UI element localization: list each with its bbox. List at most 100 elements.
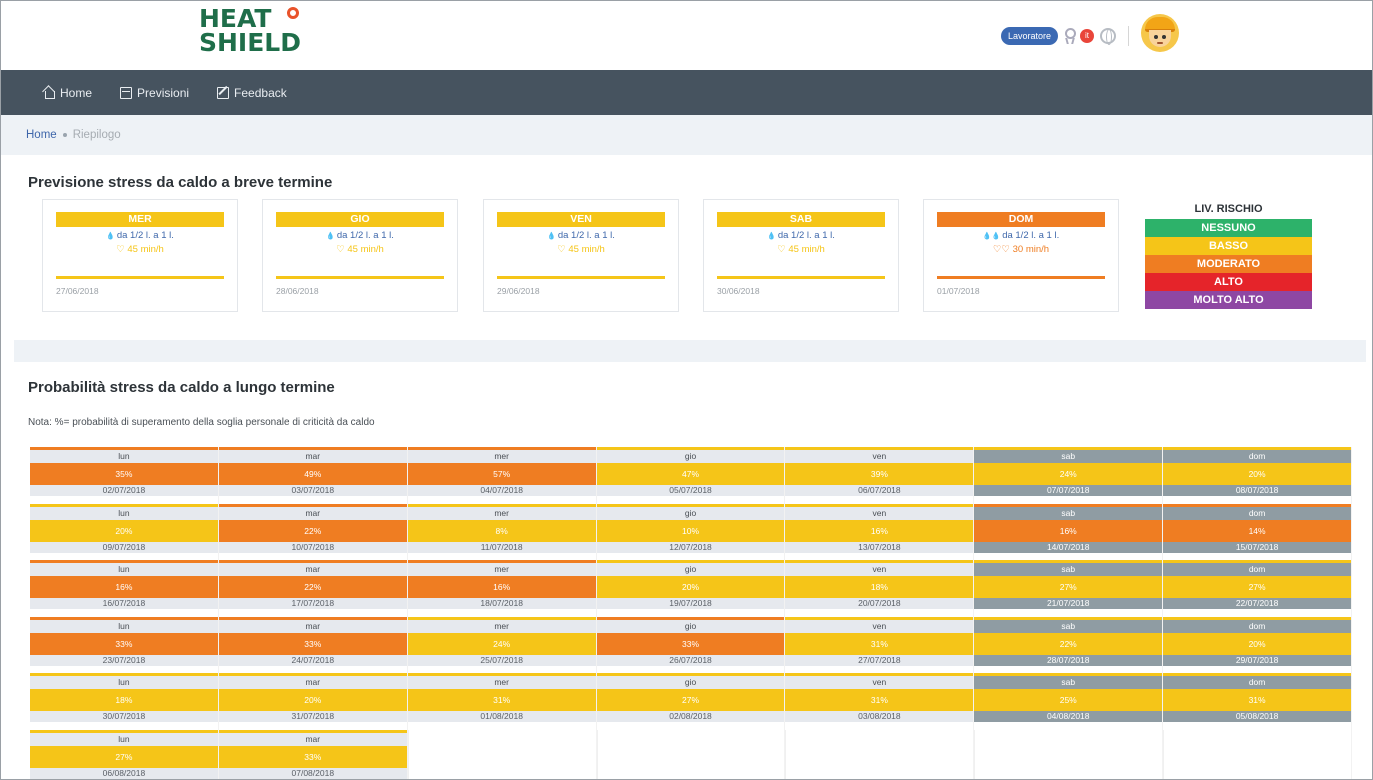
risk-bar [56,276,224,279]
nav-feedback[interactable]: Feedback [217,86,287,100]
header-divider [1128,26,1130,46]
breadcrumb: Home Riepilogo [1,115,1372,155]
day-cell[interactable]: gio 47% 05/07/2018 [596,447,786,504]
day-cell[interactable]: mar 33% 24/07/2018 [218,616,408,673]
forecast-date: 29/06/2018 [497,286,540,296]
day-name: dom [1163,506,1352,520]
probability-value: 18% [30,689,218,711]
work-time: ♡ 45 min/h [263,244,457,255]
work-time-text: 45 min/h [127,244,164,255]
heatshield-logo[interactable]: HEAT SHIELD [199,6,309,63]
risk-bar [497,276,665,279]
day-cell[interactable]: dom 27% 22/07/2018 [1163,560,1353,617]
probability-value: 16% [785,519,974,542]
day-date: 23/07/2018 [30,654,218,666]
day-cell[interactable]: ven 18% 20/07/2018 [785,560,975,617]
day-cell[interactable]: gio 33% 26/07/2018 [596,616,786,673]
day-date: 09/07/2018 [30,541,218,553]
water-drop-icon: 💧 [767,233,776,240]
day-cell[interactable]: dom 20% 29/07/2018 [1163,616,1353,673]
nav-home-label: Home [60,85,93,100]
day-cell[interactable]: ven 31% 03/08/2018 [785,673,975,730]
day-cell[interactable]: gio 20% 19/07/2018 [596,560,786,617]
day-cell[interactable]: sab 22% 28/07/2018 [974,616,1164,673]
day-cell[interactable]: sab 27% 21/07/2018 [974,560,1164,617]
day-name: mar [218,450,407,463]
day-date: 16/07/2018 [30,598,218,609]
week-row: lun 33% 23/07/2018 mar 33% 24/07/2018 mer 24% 25… [30,616,1353,673]
day-cell[interactable]: ven 16% 13/07/2018 [785,503,975,560]
probability-value: 31% [785,689,974,711]
water-intake: 💧 da 1/2 l. a 1 l. [484,230,678,241]
day-cell[interactable]: mar 20% 31/07/2018 [218,673,408,730]
day-date: 10/07/2018 [218,541,407,553]
day-cell[interactable]: mer 24% 25/07/2018 [407,616,597,673]
forecast-card[interactable]: DOM 💧💧 da 1/2 l. a 1 l. ♡♡ 30 min/h 01/07/20… [923,199,1119,312]
breadcrumb-home-link[interactable]: Home [26,129,57,141]
day-name: sab [974,506,1163,520]
probability-value: 57% [407,463,596,485]
day-name: lun [30,563,218,576]
forecast-day: DOM [937,212,1105,227]
heart-icon: ♡ [336,244,348,255]
nav-previsioni[interactable]: Previsioni [120,86,189,100]
day-cell[interactable]: mer 16% 18/07/2018 [407,560,597,617]
day-cell[interactable]: lun 18% 30/07/2018 [30,673,219,730]
probability-value: 33% [218,632,407,655]
day-cell[interactable]: sab 24% 07/07/2018 [974,447,1164,504]
day-cell[interactable]: sab 16% 14/07/2018 [974,503,1164,560]
day-cell[interactable]: gio 10% 12/07/2018 [596,503,786,560]
day-name: ven [785,563,974,576]
day-cell[interactable]: lun 33% 23/07/2018 [30,616,219,673]
day-cell[interactable]: mar 22% 10/07/2018 [218,503,408,560]
day-cell[interactable]: gio 27% 02/08/2018 [596,673,786,730]
award-icon[interactable] [1062,27,1080,45]
day-date: 21/07/2018 [974,598,1163,609]
day-cell[interactable]: lun 35% 02/07/2018 [30,447,219,504]
role-badge[interactable]: Lavoratore [1001,27,1059,45]
empty-day-cell [1163,729,1353,779]
day-name: dom [1163,676,1352,689]
forecast-card[interactable]: MER 💧 da 1/2 l. a 1 l. ♡ 45 min/h 27/06/2018 [42,199,238,312]
day-date: 18/07/2018 [407,598,596,609]
language-flag-icon[interactable]: it [1080,29,1095,43]
day-date: 14/07/2018 [974,541,1163,553]
day-cell[interactable]: dom 31% 05/08/2018 [1163,673,1353,730]
risk-legend: LIV. RISCHIO NESSUNO BASSO MODERATO ALTO MOL… [1145,199,1312,309]
day-cell[interactable]: mar 33% 07/08/2018 [218,729,408,779]
day-cell[interactable]: lun 27% 06/08/2018 [30,729,219,779]
avatar[interactable] [1141,14,1180,52]
risk-bar [717,276,885,279]
globe-icon[interactable] [1100,28,1117,45]
forecast-date: 01/07/2018 [937,286,980,296]
day-date: 03/08/2018 [785,711,974,722]
forecast-card[interactable]: GIO 💧 da 1/2 l. a 1 l. ♡ 45 min/h 28/06/2018 [262,199,458,312]
day-name: gio [596,676,785,689]
breadcrumb-current: Riepilogo [72,129,121,141]
day-cell[interactable]: lun 20% 09/07/2018 [30,503,219,560]
nav-home[interactable]: Home [43,86,92,100]
day-cell[interactable]: mer 31% 01/08/2018 [407,673,597,730]
probability-value: 33% [30,632,218,655]
water-drop-icon: 💧 [106,233,115,240]
day-cell[interactable]: dom 20% 08/07/2018 [1163,447,1353,504]
day-cell[interactable]: lun 16% 16/07/2018 [30,560,219,617]
heart-icon: ♡ [116,244,128,255]
day-cell[interactable]: ven 31% 27/07/2018 [785,616,975,673]
day-cell[interactable]: mer 57% 04/07/2018 [407,447,597,504]
day-name: ven [785,506,974,520]
day-cell[interactable]: sab 25% 04/08/2018 [974,673,1164,730]
day-cell[interactable]: mer 8% 11/07/2018 [407,503,597,560]
week-row: lun 18% 30/07/2018 mar 20% 31/07/2018 mer 31% 01… [30,673,1353,730]
forecast-card[interactable]: VEN 💧 da 1/2 l. a 1 l. ♡ 45 min/h 29/06/2018 [483,199,679,312]
day-cell[interactable]: ven 39% 06/07/2018 [785,447,975,504]
probability-value: 20% [30,519,218,542]
water-intake: 💧💧 da 1/2 l. a 1 l. [924,230,1118,241]
day-cell[interactable]: mar 49% 03/07/2018 [218,447,408,504]
day-cell[interactable]: dom 14% 15/07/2018 [1163,503,1353,560]
day-name: lun [30,506,218,520]
day-cell[interactable]: mar 22% 17/07/2018 [218,560,408,617]
day-date: 04/07/2018 [407,485,596,496]
long-term-note: Nota: %= probabilità di superamento dell… [28,417,375,428]
forecast-card[interactable]: SAB 💧 da 1/2 l. a 1 l. ♡ 45 min/h 30/06/2018 [703,199,899,312]
